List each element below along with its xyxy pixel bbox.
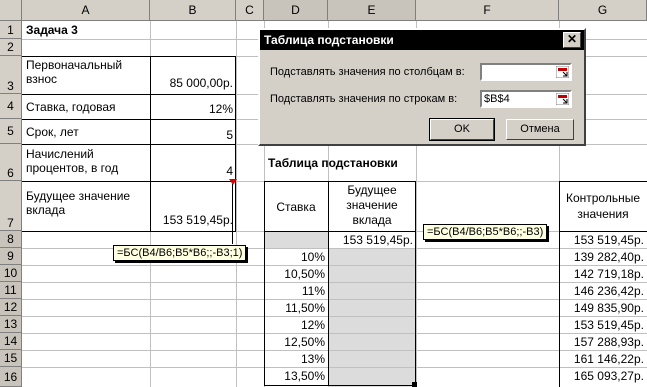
param-value-periods[interactable]: 4 xyxy=(150,164,236,178)
gridline xyxy=(22,333,647,334)
row-header-13[interactable]: 13 xyxy=(0,316,22,333)
ok-button[interactable]: OK xyxy=(429,118,495,141)
control-value-cell[interactable]: 149 835,90р. xyxy=(559,301,647,315)
table-top-formula[interactable]: 153 519,45р. xyxy=(328,233,416,247)
row-input-field[interactable]: $B$4 xyxy=(480,90,572,108)
formula-tooltip-e8: =БС(B4/B6;B5*B6;;-B3) xyxy=(423,224,548,240)
dialog-title: Таблица подстановки xyxy=(264,33,394,47)
column-header-f[interactable]: F xyxy=(416,0,559,21)
comment-indicator xyxy=(229,179,237,185)
header-future-value: Будущее значение вклада xyxy=(346,183,398,227)
row-header-10[interactable]: 10 xyxy=(0,265,22,282)
row-header-16[interactable]: 16 xyxy=(0,367,22,387)
border xyxy=(22,119,236,120)
row-header-14[interactable]: 14 xyxy=(0,333,22,350)
gridline xyxy=(22,367,647,368)
border xyxy=(264,385,416,386)
row-header-12[interactable]: 12 xyxy=(0,299,22,316)
gridline xyxy=(22,299,647,300)
control-value-cell[interactable]: 153 519,45р. xyxy=(559,318,647,332)
row-header-4[interactable]: 4 xyxy=(0,94,22,119)
column-header-d[interactable]: D xyxy=(264,0,328,21)
border xyxy=(559,181,647,182)
rate-cell[interactable]: 10% xyxy=(264,250,328,264)
border xyxy=(22,231,236,232)
control-value-cell[interactable]: 153 519,45р. xyxy=(559,233,647,247)
column-input-label: Подставлять значения по столбцам в: xyxy=(270,66,465,78)
row-header-1[interactable]: 1 xyxy=(0,21,22,39)
border xyxy=(264,181,416,182)
control-value-cell[interactable]: 157 288,93р. xyxy=(559,335,647,349)
row-header-6[interactable]: 6 xyxy=(0,144,22,181)
control-value-cell[interactable]: 165 093,27р. xyxy=(559,369,647,383)
column-header-a[interactable]: A xyxy=(22,0,150,21)
rate-cell[interactable]: 12% xyxy=(264,318,328,332)
control-value-cell[interactable]: 142 719,18р. xyxy=(559,267,647,281)
rate-cell[interactable]: 13,50% xyxy=(264,369,328,383)
selection-highlight-top xyxy=(264,231,328,248)
row-header-3[interactable]: 3 xyxy=(0,56,22,94)
gridline xyxy=(22,350,647,351)
fill-handle[interactable] xyxy=(412,382,417,387)
formula-tooltip-b7: =БС(B4/B6;B5*B6;;-B3;1) xyxy=(113,245,247,261)
border xyxy=(22,144,236,145)
column-header-e[interactable]: E xyxy=(328,0,416,21)
border xyxy=(264,231,416,232)
param-value-rate[interactable]: 12% xyxy=(150,102,236,116)
param-label-periods: Начислений процентов, в год xyxy=(26,147,119,175)
task-title: Задача 3 xyxy=(26,23,78,37)
rate-cell[interactable]: 10,50% xyxy=(264,267,328,281)
param-label-initial: Первоначальный взнос xyxy=(26,58,123,86)
param-label-future: Будущее значение вклада xyxy=(26,189,131,217)
data-table-title: Таблица подстановки xyxy=(268,156,398,170)
param-value-term[interactable]: 5 xyxy=(150,128,236,142)
param-value-future[interactable]: 153 519,45р. xyxy=(150,213,236,227)
rate-cell[interactable]: 11,50% xyxy=(264,301,328,315)
rate-cell[interactable]: 11% xyxy=(264,284,328,298)
param-value-initial[interactable]: 85 000,00р. xyxy=(150,76,236,90)
border xyxy=(559,231,647,232)
row-header-15[interactable]: 15 xyxy=(0,350,22,367)
rate-cell[interactable]: 13% xyxy=(264,352,328,366)
control-value-cell[interactable]: 139 282,40р. xyxy=(559,250,647,264)
row-header-9[interactable]: 9 xyxy=(0,248,22,265)
gridline xyxy=(22,316,647,317)
border xyxy=(22,94,236,95)
column-header-g[interactable]: G xyxy=(559,0,647,21)
gridline xyxy=(22,265,647,266)
param-label-rate: Ставка, годовая xyxy=(26,100,116,114)
row-header-7[interactable]: 7 xyxy=(0,181,22,231)
border xyxy=(22,181,236,182)
rate-cell[interactable]: 12,50% xyxy=(264,335,328,349)
column-input-field[interactable] xyxy=(480,63,572,81)
row-header-8[interactable]: 8 xyxy=(0,231,22,248)
control-value-cell[interactable]: 161 146,22р. xyxy=(559,352,647,366)
data-table-dialog[interactable]: Таблица подстановки ✕ Подставлять значен… xyxy=(258,28,586,146)
column-header-b[interactable]: B xyxy=(150,0,236,21)
row-header-2[interactable]: 2 xyxy=(0,39,22,56)
dialog-title-bar[interactable]: Таблица подстановки ✕ xyxy=(260,30,584,50)
gridline xyxy=(22,282,647,283)
header-control-values: Контрольные значения xyxy=(565,191,641,221)
range-select-icon[interactable] xyxy=(556,66,569,78)
select-all-corner[interactable] xyxy=(0,0,22,21)
row-header-11[interactable]: 11 xyxy=(0,282,22,299)
cancel-button[interactable]: Отмена xyxy=(506,119,574,140)
close-icon[interactable]: ✕ xyxy=(563,32,581,48)
header-rate: Ставка xyxy=(276,200,316,214)
row-header-5[interactable]: 5 xyxy=(0,119,22,144)
control-value-cell[interactable]: 146 236,42р. xyxy=(559,284,647,298)
column-header-c[interactable]: C xyxy=(236,0,264,21)
tooltip-connector xyxy=(232,184,233,244)
row-input-label: Подставлять значения по строкам в: xyxy=(270,93,458,105)
param-label-term: Срок, лет xyxy=(26,125,79,139)
range-select-icon[interactable] xyxy=(556,93,569,105)
border xyxy=(22,56,236,57)
